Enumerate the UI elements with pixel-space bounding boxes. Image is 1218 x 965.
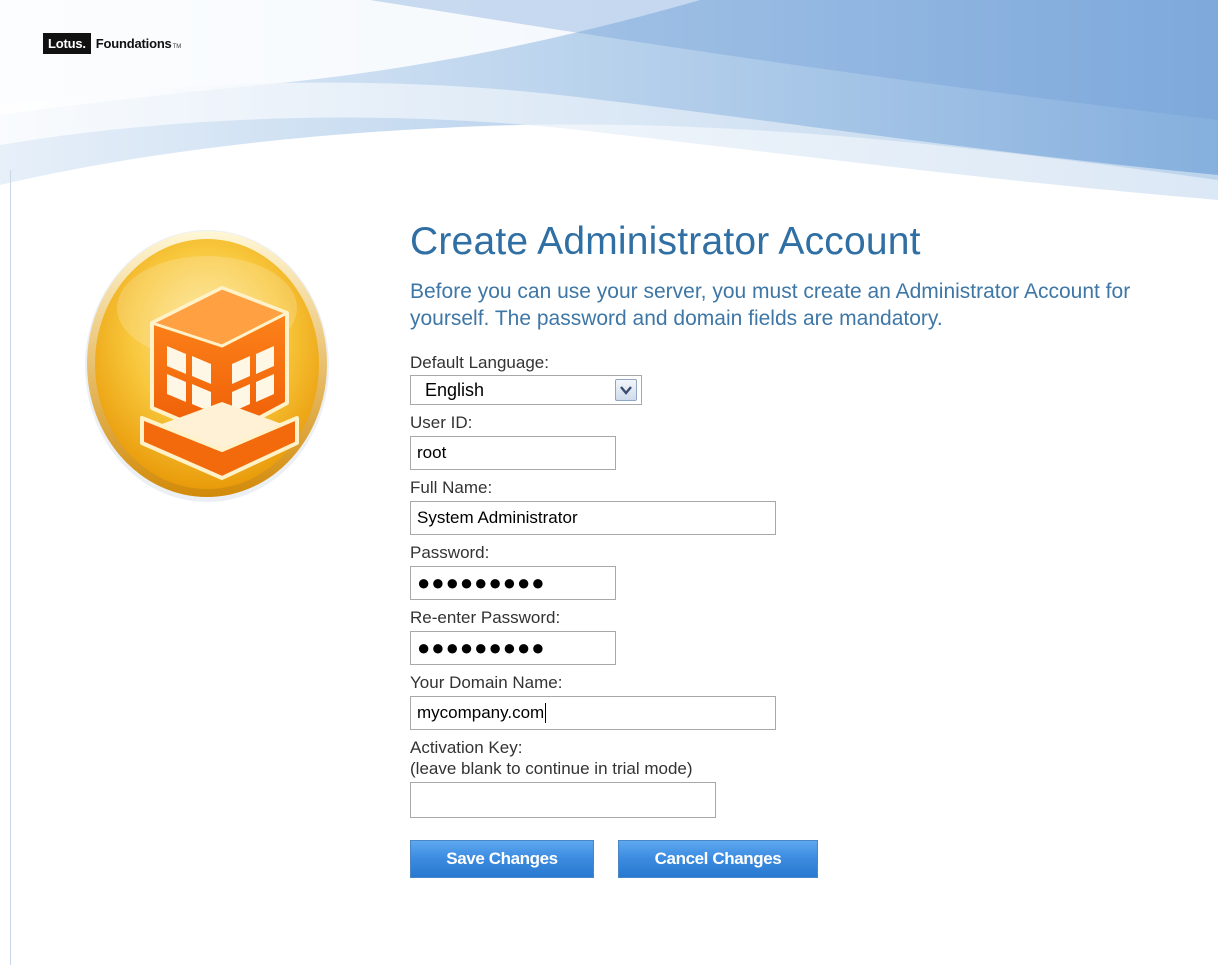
language-select[interactable]: English xyxy=(410,375,642,405)
logo-foundations-text: Foundations xyxy=(95,36,172,51)
left-border-line xyxy=(10,170,11,965)
lotus-foundations-logo: Lotus. Foundations TM xyxy=(43,33,181,54)
save-changes-button[interactable]: Save Changes xyxy=(410,840,594,878)
activation-key-input[interactable] xyxy=(410,782,716,818)
full-name-label: Full Name: xyxy=(410,478,493,497)
password-masked-value: ●●●●●●●●● xyxy=(417,570,546,595)
chevron-down-glyph xyxy=(620,386,632,395)
user-id-input[interactable]: root xyxy=(410,436,616,470)
logo-lotus-text: Lotus. xyxy=(43,33,91,54)
intro-text: Before you can use your server, you must… xyxy=(410,280,1131,330)
page: Lotus. Foundations TM Create Administrat… xyxy=(0,0,1218,965)
main-content: Create Administrator Account Before you … xyxy=(410,218,1218,878)
user-id-field: User ID: root xyxy=(410,412,1218,470)
building-icon xyxy=(85,230,329,502)
password-label: Password: xyxy=(410,543,490,562)
password-field: Password: ●●●●●●●●● xyxy=(410,542,1218,600)
chevron-down-icon[interactable] xyxy=(615,379,637,401)
activation-key-hint: (leave blank to continue in trial mode) xyxy=(410,759,693,778)
password-input[interactable]: ●●●●●●●●● xyxy=(410,566,616,600)
full-name-field: Full Name: System Administrator xyxy=(410,477,1218,535)
logo-trademark: TM xyxy=(172,43,182,50)
text-caret xyxy=(545,703,547,723)
form-buttons: Save Changes Cancel Changes xyxy=(410,840,1218,878)
activation-key-field: Activation Key: (leave blank to continue… xyxy=(410,737,1218,818)
user-id-label: User ID: xyxy=(410,413,473,432)
domain-input-value: mycompany.com xyxy=(417,703,545,722)
activation-key-label: Activation Key: xyxy=(410,738,523,757)
reenter-password-field: Re-enter Password: ●●●●●●●●● xyxy=(410,607,1218,665)
full-name-input[interactable]: System Administrator xyxy=(410,501,776,535)
language-select-value: English xyxy=(425,379,485,400)
page-title: Create Administrator Account xyxy=(410,220,921,263)
domain-input[interactable]: mycompany.com xyxy=(410,696,776,730)
reenter-password-label: Re-enter Password: xyxy=(410,608,561,627)
reenter-password-input[interactable]: ●●●●●●●●● xyxy=(410,631,616,665)
domain-field: Your Domain Name: mycompany.com xyxy=(410,672,1218,730)
cancel-changes-button[interactable]: Cancel Changes xyxy=(618,840,818,878)
language-label: Default Language: xyxy=(410,353,549,372)
language-field: Default Language: English xyxy=(410,352,1218,405)
reenter-password-masked-value: ●●●●●●●●● xyxy=(417,635,546,660)
admin-account-form: Default Language: English User ID: root … xyxy=(410,352,1218,878)
domain-label: Your Domain Name: xyxy=(410,673,563,692)
